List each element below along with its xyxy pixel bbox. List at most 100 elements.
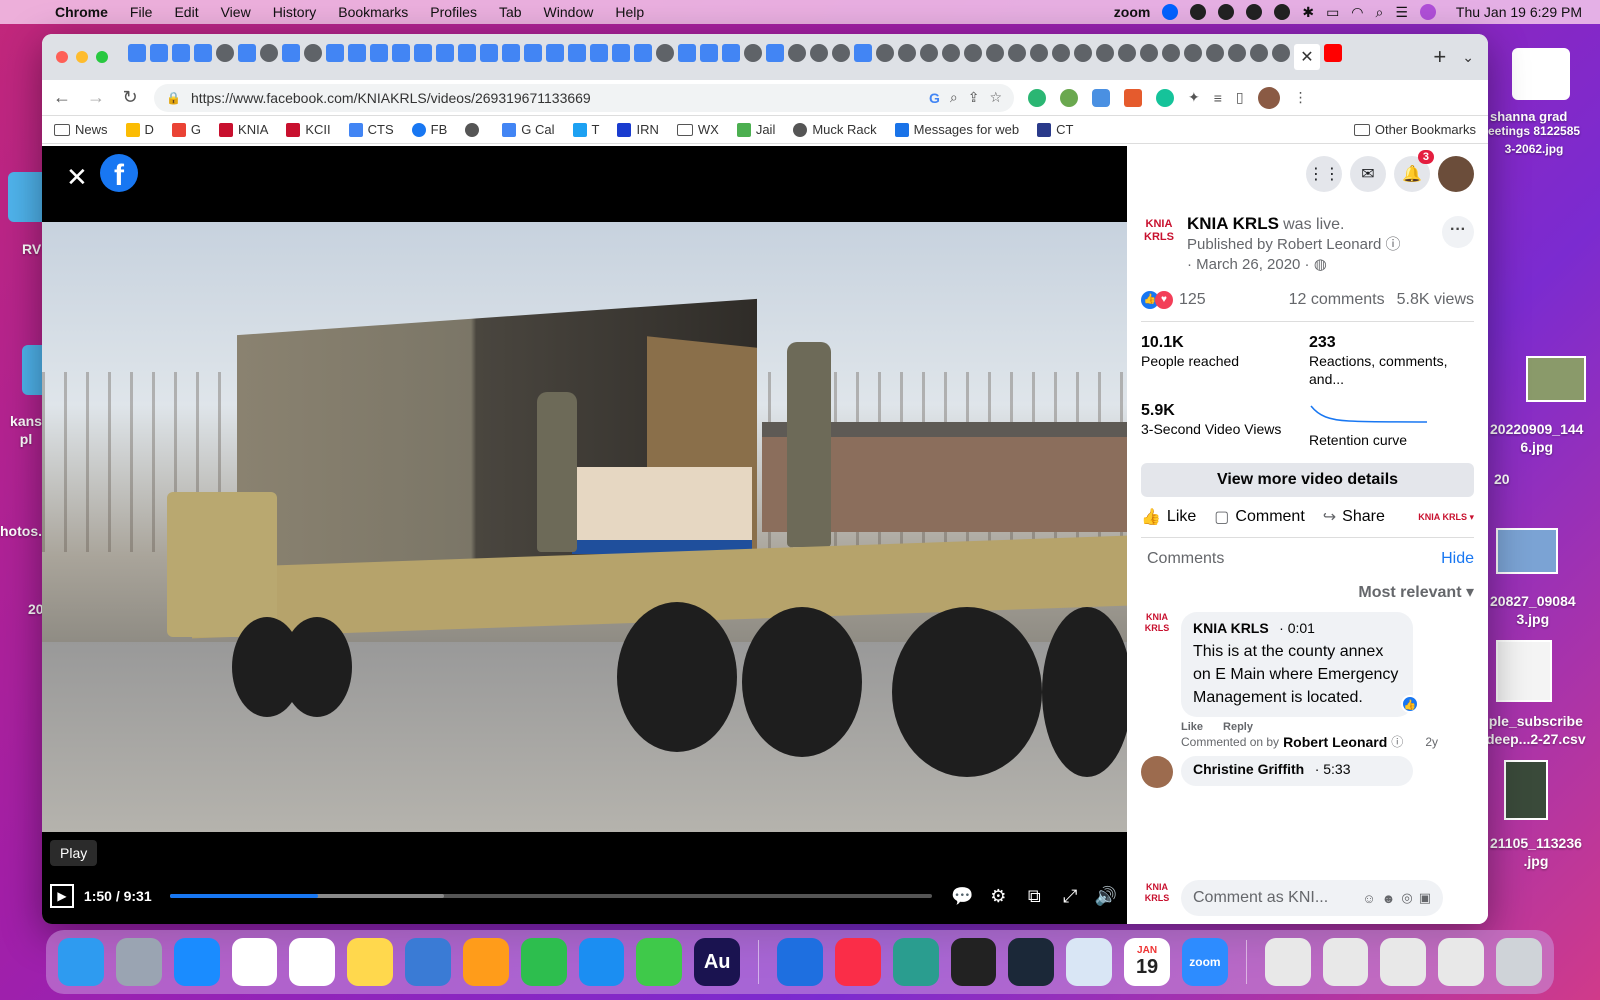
browser-tab[interactable] (348, 44, 366, 62)
browser-tab[interactable] (216, 44, 234, 62)
desktop-label-rv[interactable]: RV (22, 240, 41, 258)
bookmark-item[interactable]: KCII (286, 122, 331, 137)
recent-window-thumbnail[interactable] (1264, 938, 1311, 986)
browser-tab[interactable] (634, 44, 652, 62)
info-icon[interactable]: ⓘ (1391, 733, 1403, 750)
zoom-magnifier-icon[interactable]: ⌕ (950, 89, 958, 106)
desktop-image-thumbnail[interactable] (1526, 356, 1586, 402)
minimize-window-button[interactable] (76, 51, 88, 63)
bookmark-item[interactable]: CTS (348, 122, 394, 137)
dock-calendar-icon[interactable]: JAN 19 (1124, 938, 1170, 986)
browser-tab[interactable] (1030, 44, 1048, 62)
published-by[interactable]: Published by Robert Leonard (1187, 236, 1381, 253)
recent-window-thumbnail[interactable] (1438, 938, 1485, 986)
lock-icon[interactable]: 🔒 (166, 91, 181, 105)
emoji-icon[interactable]: ☻ (1382, 891, 1396, 906)
new-tab-button[interactable]: + (1433, 44, 1446, 70)
control-center-icon[interactable]: ☰ (1395, 4, 1408, 21)
browser-tab[interactable] (986, 44, 1004, 62)
bookmark-item[interactable]: G Cal (502, 122, 555, 137)
commented-on-by-name[interactable]: Robert Leonard (1283, 734, 1387, 750)
bookmark-item[interactable]: WX (676, 122, 719, 137)
more-options-icon[interactable]: ··· (1442, 216, 1474, 248)
commenter-avatar[interactable] (1141, 756, 1173, 788)
other-bookmarks-folder[interactable]: Other Bookmarks (1353, 122, 1476, 137)
extension-icon[interactable] (1060, 88, 1078, 107)
browser-tab[interactable] (392, 44, 410, 62)
browser-tab[interactable] (920, 44, 938, 62)
browser-tab[interactable] (304, 44, 322, 62)
share-icon[interactable]: ⇪ (968, 89, 980, 106)
browser-tab[interactable] (810, 44, 828, 62)
dock-zoom-app-icon[interactable] (892, 938, 939, 986)
bookmark-item[interactable]: G (171, 122, 201, 137)
bluetooth-icon[interactable]: ✱ (1302, 4, 1314, 21)
bookmark-star-icon[interactable]: ☆ (989, 89, 1002, 106)
desktop-label-20827[interactable]: 20827_09084 3.jpg (1490, 592, 1576, 628)
comment-author[interactable]: KNIA KRLS (1193, 620, 1269, 636)
menu-bookmarks[interactable]: Bookmarks (327, 4, 419, 20)
bookmark-item[interactable]: KNIA (219, 122, 268, 137)
dock-au-icon[interactable]: Au (694, 938, 741, 986)
settings-gear-icon[interactable]: ⚙ (985, 886, 1011, 907)
browser-tab[interactable] (832, 44, 850, 62)
browser-tab[interactable] (524, 44, 542, 62)
browser-tab[interactable] (788, 44, 806, 62)
grammarly-icon[interactable] (1218, 4, 1235, 20)
comment-button[interactable]: ▢ Comment (1214, 507, 1304, 527)
spotlight-search-icon[interactable]: ⌕ (1376, 4, 1384, 21)
notifications-bell-icon[interactable]: 🔔 3 (1394, 150, 1434, 192)
browser-tab[interactable] (942, 44, 960, 62)
dock-keynote-icon[interactable] (405, 938, 451, 986)
extension-icon[interactable] (1124, 88, 1142, 107)
browser-tab[interactable] (260, 44, 278, 62)
view-more-details-button[interactable]: View more video details (1141, 463, 1474, 497)
close-window-button[interactable] (56, 51, 68, 63)
bookmark-item[interactable]: D (125, 122, 154, 137)
browser-tab[interactable] (172, 44, 190, 62)
comment-input[interactable]: Comment as KNI... ☺ ☻ ◎ ▣ (1181, 880, 1443, 916)
desktop-label-20220909[interactable]: 20220909_144 6.jpg (1490, 420, 1583, 456)
desktop-label-photos[interactable]: hotos. (0, 522, 42, 540)
siri-icon[interactable] (1419, 4, 1436, 20)
desktop-label-meetings[interactable]: eetings 8122585 3-2062.jpg (1488, 122, 1580, 158)
profile-avatar[interactable] (1257, 86, 1280, 109)
browser-tab[interactable] (678, 44, 696, 62)
bookmark-item[interactable]: News (54, 122, 108, 137)
back-button[interactable]: ← (52, 87, 72, 108)
browser-tab[interactable] (1074, 44, 1092, 62)
bookmark-item[interactable]: T (572, 122, 599, 137)
battery-icon[interactable]: ▭ (1326, 4, 1339, 21)
comment-like-reaction-icon[interactable]: 👍 (1401, 695, 1419, 713)
menu-window[interactable]: Window (533, 4, 605, 20)
browser-tab[interactable] (1162, 44, 1180, 62)
menu-profiles[interactable]: Profiles (419, 4, 488, 20)
share-button[interactable]: ↪ Share (1323, 507, 1385, 527)
dock-finder-icon[interactable] (58, 938, 104, 986)
browser-tab[interactable] (1140, 44, 1158, 62)
browser-tab[interactable] (854, 44, 872, 62)
captions-icon[interactable]: 💬 (950, 886, 976, 907)
browser-tab[interactable] (898, 44, 916, 62)
extensions-puzzle-icon[interactable]: ✦ (1188, 89, 1200, 106)
facebook-logo-icon[interactable]: f (100, 154, 138, 192)
browser-tab[interactable] (238, 44, 256, 62)
dock-bluetooth-icon[interactable] (777, 938, 823, 986)
browser-tab[interactable] (612, 44, 630, 62)
active-tab-close-icon[interactable]: ✕ (1294, 44, 1320, 70)
comment-like-link[interactable]: Like (1181, 721, 1203, 733)
dock-music-icon[interactable] (834, 938, 881, 986)
browser-tab[interactable] (964, 44, 982, 62)
wifi-icon[interactable]: ◠ (1351, 4, 1363, 21)
dock-photos-icon[interactable] (289, 938, 336, 986)
recent-window-thumbnail[interactable] (1322, 938, 1369, 986)
browser-tab[interactable] (876, 44, 894, 62)
picture-in-picture-icon[interactable]: ⧉ (1021, 886, 1047, 907)
comment-avatar[interactable]: KNIA KRLS (1141, 612, 1173, 644)
zoom-window-button[interactable] (96, 51, 108, 63)
dock-numbers-icon[interactable] (520, 938, 567, 986)
browser-tab[interactable] (1008, 44, 1026, 62)
browser-tab[interactable] (1184, 44, 1202, 62)
video-progress-bar[interactable] (169, 894, 932, 898)
browser-tab[interactable] (744, 44, 762, 62)
